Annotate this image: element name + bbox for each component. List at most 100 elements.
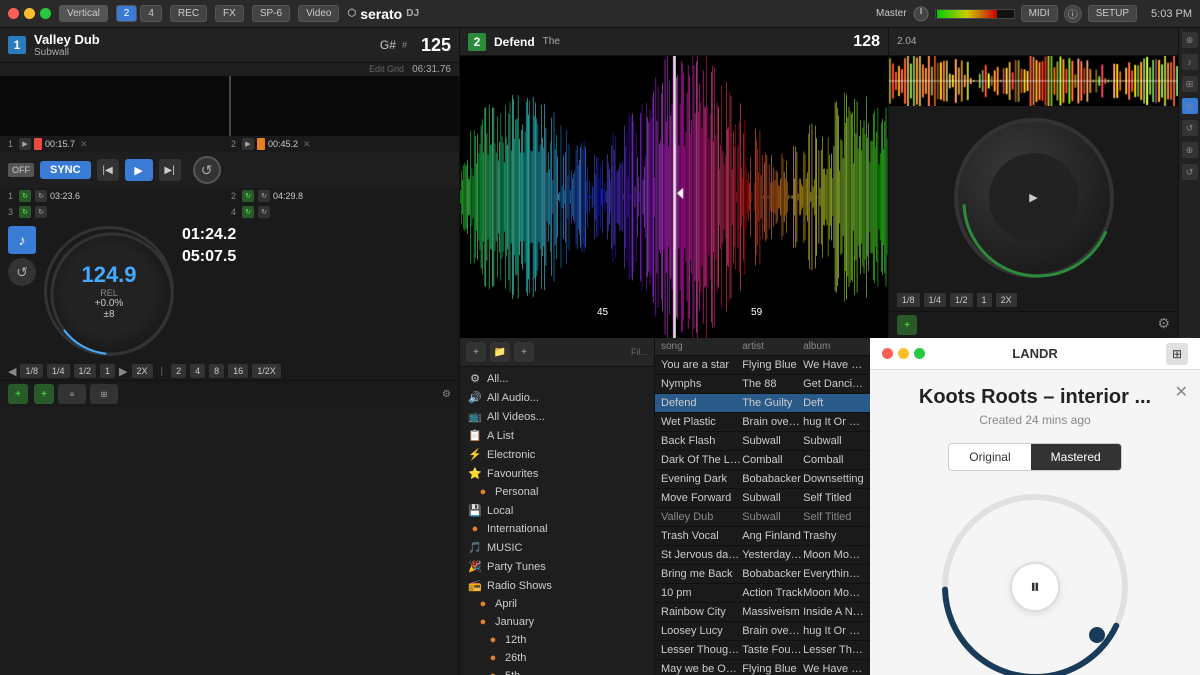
side-icon-5[interactable]: ↺ [1182, 120, 1198, 136]
edit-grid-label[interactable]: Edit Grid [369, 64, 404, 75]
midi-btn[interactable]: MIDI [1021, 5, 1058, 22]
deck2-loop-1-4-btn[interactable]: 1/4 [924, 293, 947, 307]
sidebar-item-a-list[interactable]: 📋 A List [460, 426, 654, 445]
cue-grid-btn[interactable]: ⊞ [90, 384, 118, 404]
track-row[interactable]: Wet Plastic Brain over a hill hug It Or … [655, 413, 870, 432]
refresh-icon[interactable]: ↺ [8, 258, 36, 286]
side-icon-1[interactable]: ⊕ [1182, 32, 1198, 48]
sidebar-item-international[interactable]: ● International [460, 520, 654, 538]
deck-2-btn[interactable]: 2 [116, 5, 138, 22]
cue-6-play2-btn[interactable]: ↻ [258, 206, 270, 218]
side-icon-4[interactable]: ⓪ [1182, 98, 1198, 114]
play-btn[interactable]: ▶ [125, 159, 153, 181]
landr-tab-original[interactable]: Original [949, 444, 1030, 470]
loop-2-btn[interactable]: 2 [171, 364, 186, 378]
loop-8-btn[interactable]: 8 [209, 364, 224, 378]
track-row[interactable]: Move Forward Subwall Self Titled [655, 489, 870, 508]
layout-selector[interactable]: Vertical [59, 5, 108, 22]
loop-16-btn[interactable]: 16 [228, 364, 248, 378]
deck2-add-cue-btn[interactable]: + [897, 315, 917, 335]
loop-4-btn[interactable]: 4 [190, 364, 205, 378]
loop-back-icon[interactable]: ◀ [8, 365, 16, 378]
side-icon-2[interactable]: ♪ [1182, 54, 1198, 70]
setup-btn[interactable]: SETUP [1088, 5, 1137, 22]
track-row[interactable]: Back Flash Subwall Subwall [655, 432, 870, 451]
sidebar-item-all-videos[interactable]: 📺 All Videos... [460, 407, 654, 426]
sidebar-item-12th[interactable]: ● 12th [460, 631, 654, 649]
cue-3-play-btn[interactable]: ↻ [19, 190, 31, 202]
loop-1-2x-btn[interactable]: 1/2X [252, 364, 281, 378]
sp6-btn[interactable]: SP-6 [252, 5, 290, 22]
track-row[interactable]: Nymphs The 88 Get Dancing [655, 375, 870, 394]
deck2-loop-1-2-btn[interactable]: 1/2 [950, 293, 973, 307]
sidebar-item-party-tunes[interactable]: 🎉 Party Tunes [460, 557, 654, 576]
sidebar-item-music[interactable]: 🎵 MUSIC [460, 538, 654, 557]
loop-1-4-btn[interactable]: 1/4 [47, 364, 70, 378]
cue-3-play2-btn[interactable]: ↻ [35, 190, 47, 202]
track-row[interactable]: Loosey Lucy Brain over a hill hug It Or … [655, 622, 870, 641]
fx-btn[interactable]: FX [215, 5, 244, 22]
landr-close-icon[interactable]: ✕ [1175, 382, 1188, 402]
cue-4-play2-btn[interactable]: ↻ [258, 190, 270, 202]
cue-5-play2-btn[interactable]: ↻ [35, 206, 47, 218]
sidebar-item-all-audio[interactable]: 🔊 All Audio... [460, 388, 654, 407]
cue-list-btn[interactable]: ≡ [58, 384, 86, 404]
sidebar-item-electronic[interactable]: ⚡ Electronic [460, 445, 654, 464]
track-row[interactable]: 10 pm Action Track Moon Mountain S... [655, 584, 870, 603]
landr-maximize-btn[interactable] [914, 348, 925, 359]
sync-btn[interactable]: SYNC [40, 161, 91, 179]
sidebar-item-radio-shows[interactable]: 📻 Radio Shows [460, 576, 654, 595]
track-row[interactable]: Valley Dub Subwall Self Titled [655, 508, 870, 527]
cue-knob[interactable]: ↺ [193, 156, 221, 184]
deck2-loop-1-8-btn[interactable]: 1/8 [897, 293, 920, 307]
sidebar-item-all[interactable]: ⚙ All... [460, 369, 654, 388]
maximize-window-btn[interactable] [40, 8, 51, 19]
sidebar-item-favourites[interactable]: ⭐ Favourites [460, 464, 654, 483]
landr-close-btn[interactable] [882, 348, 893, 359]
master-knob-icon[interactable] [913, 6, 929, 22]
add-playlist-btn[interactable]: + [514, 342, 534, 362]
video-btn[interactable]: Video [298, 5, 339, 22]
sync-off-btn[interactable]: OFF [8, 163, 34, 177]
deck2-loop-2x-btn[interactable]: 2X [996, 293, 1017, 307]
track-row[interactable]: Bring me Back Bobabacker Everything Else… [655, 565, 870, 584]
sidebar-item-january[interactable]: ● January [460, 613, 654, 631]
track-row[interactable]: Trash Vocal Ang Finland Trashy [655, 527, 870, 546]
track-row[interactable]: St Jervous dance Yesterdays Rebel Moon M… [655, 546, 870, 565]
track-row[interactable]: Rainbow City Massiveism Inside A Noisy B… [655, 603, 870, 622]
cue-2-play-btn[interactable]: ▶ [242, 138, 254, 150]
landr-minimize-btn[interactable] [898, 348, 909, 359]
sidebar-item-local[interactable]: 💾 Local [460, 501, 654, 520]
prev-track-btn[interactable]: |◀ [97, 159, 119, 181]
track-row[interactable]: You are a star Flying Blue We Have Respo… [655, 356, 870, 375]
track-row[interactable]: Lesser Thought Process Taste Foundation … [655, 641, 870, 660]
cue-1-delete-btn[interactable]: ✕ [80, 139, 88, 150]
track-row[interactable]: Evening Dark Bobabacker Downsetting [655, 470, 870, 489]
cue-5-play-btn[interactable]: ↻ [19, 206, 31, 218]
loop-forward-icon[interactable]: ▶ [119, 365, 127, 378]
deck-2-platter[interactable]: ▶ [954, 118, 1114, 278]
add-folder-btn[interactable]: 📁 [490, 342, 510, 362]
landr-tab-mastered[interactable]: Mastered [1031, 444, 1121, 470]
cue-1-play-btn[interactable]: ▶ [19, 138, 31, 150]
deck2-loop-1-btn[interactable]: 1 [977, 293, 992, 307]
cue-4-play-btn[interactable]: ↻ [242, 190, 254, 202]
sidebar-item-april[interactable]: ● April [460, 595, 654, 613]
deck2-settings-icon[interactable]: ⚙ [1157, 315, 1170, 335]
side-icon-7[interactable]: ↺ [1182, 164, 1198, 180]
platter[interactable]: 124.9 REL +0.0% ±8 [44, 226, 174, 356]
sidebar-item-personal[interactable]: ● Personal [460, 483, 654, 501]
side-icon-6[interactable]: ⊕ [1182, 142, 1198, 158]
loop-2x-btn[interactable]: 2X [132, 364, 153, 378]
loop-1-btn[interactable]: 1 [100, 364, 115, 378]
info-btn[interactable]: ⓘ [1064, 5, 1082, 23]
rec-btn[interactable]: REC [170, 5, 207, 22]
next-track-btn[interactable]: ▶| [159, 159, 181, 181]
music-note-icon[interactable]: ♪ [8, 226, 36, 254]
add-cue-btn[interactable]: + [8, 384, 28, 404]
minimize-window-btn[interactable] [24, 8, 35, 19]
sidebar-item-5th[interactable]: ● 5th [460, 667, 654, 675]
track-row[interactable]: May we be Open and Lost Flying Blue We H… [655, 660, 870, 675]
deck-1-settings-icon[interactable]: ⚙ [442, 389, 451, 400]
landr-tabs-icon-btn[interactable]: ⊞ [1166, 343, 1188, 365]
